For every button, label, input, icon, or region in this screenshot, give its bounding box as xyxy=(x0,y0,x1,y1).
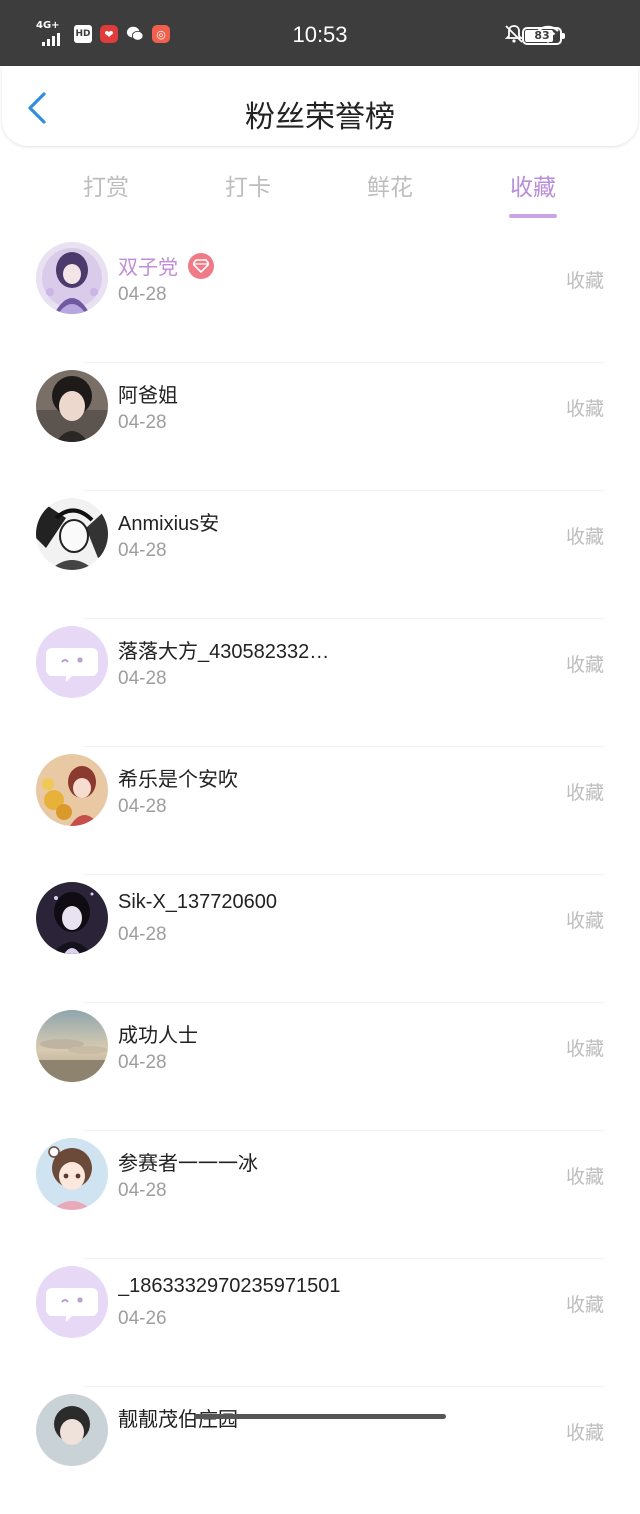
user-name: 阿爸姐 xyxy=(118,385,178,407)
list-item[interactable]: 希乐是个安吹 04-28 收藏 xyxy=(0,746,640,874)
date: 04-28 xyxy=(118,1180,167,1201)
user-name: 双子党 xyxy=(118,257,178,279)
name-line: _1863332970235971501 xyxy=(118,1275,340,1298)
list-item[interactable]: Sik-X_137720600 04-28 收藏 xyxy=(0,874,640,1002)
action-label: 收藏 xyxy=(565,526,604,548)
date: 04-26 xyxy=(118,1308,167,1329)
default-avatar[interactable] xyxy=(36,626,108,698)
name-line: 希乐是个安吹 xyxy=(118,763,238,792)
tab-favorites[interactable]: 收藏 xyxy=(483,168,583,218)
avatar[interactable] xyxy=(36,1010,108,1082)
battery-level: 83 xyxy=(534,29,550,42)
page-title: 粉丝荣誉榜 xyxy=(245,100,395,135)
divider xyxy=(84,362,604,363)
tab-bar: 打赏 打卡 鲜花 收藏 xyxy=(0,160,640,220)
list-item[interactable]: 成功人士 04-28 收藏 xyxy=(0,1002,640,1130)
status-bar: 4G+ HD ❤ ◎ 10:53 83 xyxy=(0,0,640,66)
user-name: _1863332970235971501 xyxy=(118,1275,341,1297)
active-tab-indicator xyxy=(509,214,557,218)
battery-icon: 83 xyxy=(522,27,565,45)
name-line: 阿爸姐 xyxy=(118,379,178,408)
divider xyxy=(84,1258,604,1259)
action-label: 收藏 xyxy=(565,1038,604,1060)
name-line: 成功人士 xyxy=(118,1019,198,1048)
user-name: Anmixius安 xyxy=(118,513,220,535)
date: 04-28 xyxy=(118,668,167,689)
avatar[interactable] xyxy=(36,242,108,314)
name-line: Sik-X_137720600 xyxy=(118,891,277,914)
list-item[interactable]: 阿爸姐 04-28 收藏 xyxy=(0,362,640,490)
avatar[interactable] xyxy=(36,370,108,442)
divider xyxy=(84,1130,604,1131)
user-name: 成功人士 xyxy=(118,1025,198,1047)
action-label: 收藏 xyxy=(565,1166,604,1188)
date: 04-28 xyxy=(118,1052,167,1073)
action-label: 收藏 xyxy=(565,910,604,932)
list-item[interactable]: 双子党 04-28 收藏 xyxy=(0,234,640,362)
list-item[interactable]: _1863332970235971501 04-26 收藏 xyxy=(0,1258,640,1386)
divider xyxy=(84,1002,604,1003)
name-line: 参赛者一一一冰 xyxy=(118,1147,258,1176)
name-line: 双子党 xyxy=(118,251,214,280)
list-item[interactable]: 参赛者一一一冰 04-28 收藏 xyxy=(0,1130,640,1258)
list-item[interactable]: Anmixius安 04-28 收藏 xyxy=(0,490,640,618)
action-label: 收藏 xyxy=(565,1294,604,1316)
user-name: 落落大方_430582332… xyxy=(118,641,330,663)
date: 04-28 xyxy=(118,412,167,433)
list-item[interactable]: 落落大方_430582332… 04-28 收藏 xyxy=(0,618,640,746)
avatar[interactable] xyxy=(36,754,108,826)
divider xyxy=(84,490,604,491)
header: 粉丝荣誉榜 xyxy=(2,66,638,146)
action-label: 收藏 xyxy=(565,398,604,420)
fan-list: 双子党 04-28 收藏 阿爸姐 04-28 收藏 Anmixius安 04-2… xyxy=(0,234,640,1514)
avatar[interactable] xyxy=(36,882,108,954)
avatar[interactable] xyxy=(36,498,108,570)
date: 04-28 xyxy=(118,796,167,817)
diamond-vip-icon xyxy=(188,252,214,279)
default-avatar[interactable] xyxy=(36,1266,108,1338)
date: 04-28 xyxy=(118,924,167,945)
action-label: 收藏 xyxy=(565,270,604,292)
action-label: 收藏 xyxy=(565,1422,604,1444)
divider xyxy=(84,874,604,875)
tab-reward[interactable]: 打赏 xyxy=(56,168,156,202)
divider xyxy=(84,746,604,747)
tab-checkin[interactable]: 打卡 xyxy=(198,168,298,202)
name-line: Anmixius安 xyxy=(118,507,219,536)
action-label: 收藏 xyxy=(565,782,604,804)
mute-bell-icon xyxy=(504,24,524,48)
divider xyxy=(84,1386,604,1387)
date: 04-28 xyxy=(118,284,167,305)
tab-favorites-label: 收藏 xyxy=(510,175,556,201)
divider xyxy=(84,618,604,619)
home-indicator[interactable] xyxy=(194,1414,446,1419)
avatar[interactable] xyxy=(36,1138,108,1210)
action-label: 收藏 xyxy=(565,654,604,676)
name-line: 落落大方_430582332… xyxy=(118,635,329,664)
tab-flowers[interactable]: 鲜花 xyxy=(340,168,440,202)
list-item[interactable]: 靓靓茂伯庄园 收藏 xyxy=(0,1386,640,1514)
user-name: 希乐是个安吹 xyxy=(118,769,238,791)
avatar[interactable] xyxy=(36,1394,108,1466)
user-name: 参赛者一一一冰 xyxy=(118,1153,258,1175)
date: 04-28 xyxy=(118,540,167,561)
user-name: Sik-X_137720600 xyxy=(118,891,278,913)
